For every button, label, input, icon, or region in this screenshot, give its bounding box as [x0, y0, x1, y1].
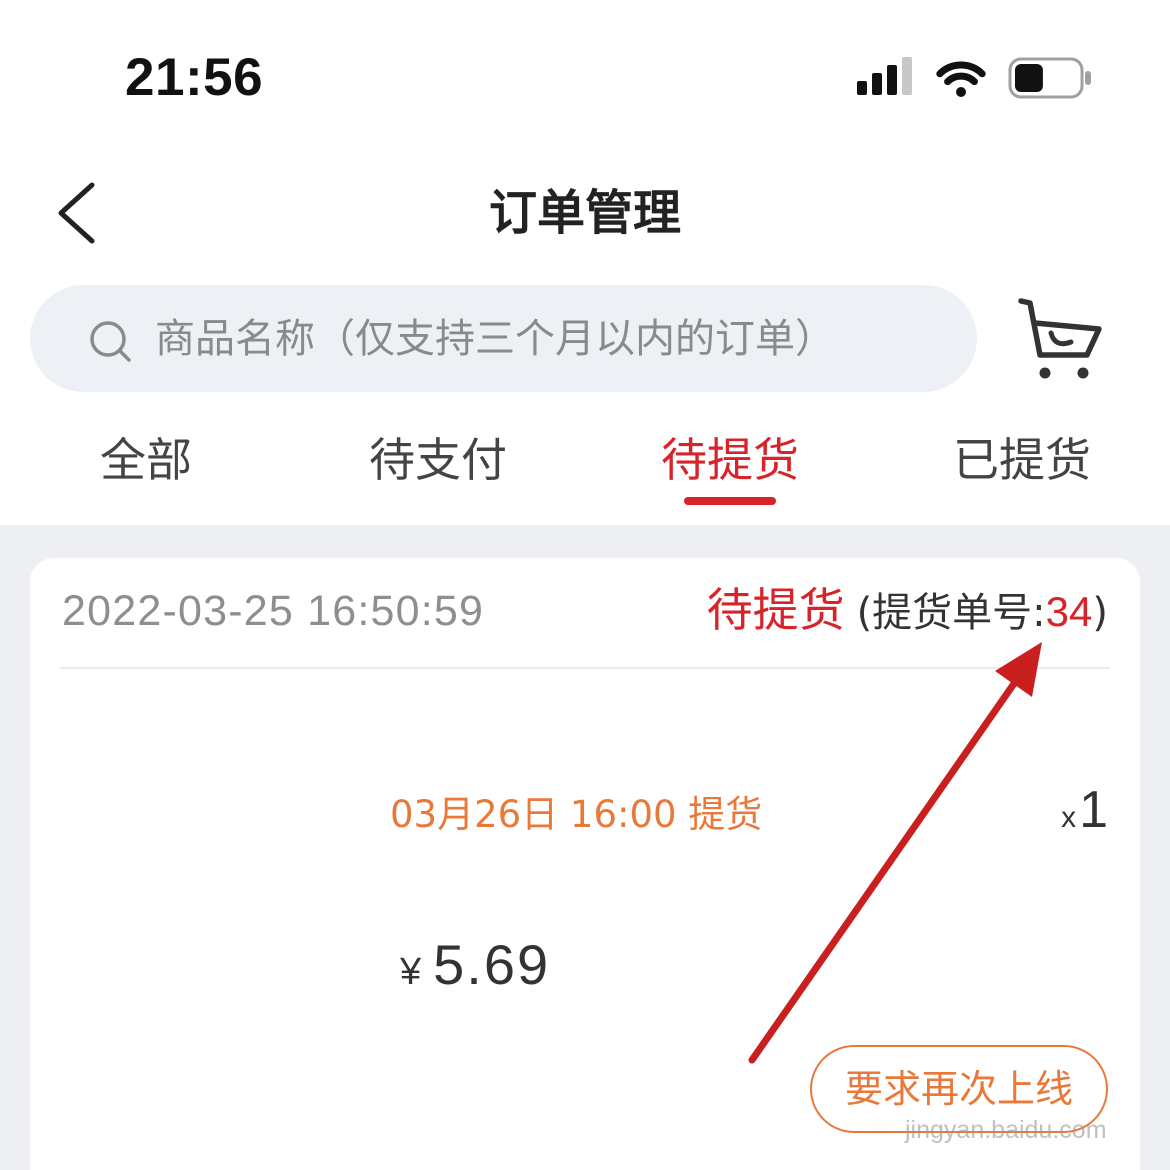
pickup-time: 03月26日 16:00 提货	[390, 793, 763, 836]
active-tab-indicator	[684, 497, 776, 505]
item-quantity: x1	[1061, 780, 1108, 853]
status-time: 21:56	[125, 48, 264, 107]
order-list: 2022-03-25 16:50:59 待提货 (提货单号:34) 03月26日 …	[0, 525, 1170, 1170]
search-bar[interactable]	[30, 285, 977, 392]
battery-icon	[1008, 57, 1091, 99]
order-status: 待提货 (提货单号:34)	[707, 582, 1108, 649]
signal-icon	[857, 57, 912, 95]
page-title: 订单管理	[488, 185, 681, 241]
divider	[60, 667, 1110, 669]
order-card[interactable]: 2022-03-25 16:50:59 待提货 (提货单号:34) 03月26日 …	[30, 558, 1140, 1170]
tab-label: 已提货	[953, 433, 1091, 487]
tab-label: 全部	[100, 433, 192, 487]
pickup-number-value: 34	[1045, 588, 1093, 635]
signal-bar	[902, 57, 912, 95]
status-label: 待提货	[706, 583, 845, 637]
request-relist-button[interactable]: 要求再次上线	[810, 1045, 1108, 1133]
item-price: ¥5.69	[400, 930, 550, 1015]
tab-pending-payment[interactable]: 待支付	[292, 425, 584, 495]
pickup-number-suffix: )	[1092, 590, 1108, 636]
tab-label: 待提货	[661, 433, 799, 487]
quantity-value: 1	[1079, 781, 1108, 839]
currency-symbol: ¥	[400, 951, 422, 993]
signal-bar	[872, 73, 882, 95]
order-created-time: 2022-03-25 16:50:59	[62, 587, 485, 635]
battery-level-fill	[1015, 64, 1043, 92]
cart-icon[interactable]	[1015, 293, 1103, 383]
price-value: 5.69	[433, 933, 551, 996]
tab-all[interactable]: 全部	[0, 425, 292, 495]
pickup-number-prefix: (提货单号:	[856, 590, 1046, 636]
search-input[interactable]	[155, 285, 955, 392]
signal-bar	[887, 65, 897, 95]
quantity-prefix: x	[1061, 801, 1077, 834]
wifi-icon	[936, 61, 986, 97]
signal-bar	[857, 81, 867, 95]
order-status-tabs: 全部 待支付 待提货 已提货	[0, 425, 1168, 505]
tab-picked-up[interactable]: 已提货	[876, 425, 1168, 495]
tab-pending-pickup[interactable]: 待提货	[584, 425, 876, 505]
search-icon	[90, 321, 131, 362]
pickup-number: (提货单号:34)	[856, 588, 1108, 636]
tab-label: 待支付	[369, 433, 507, 487]
